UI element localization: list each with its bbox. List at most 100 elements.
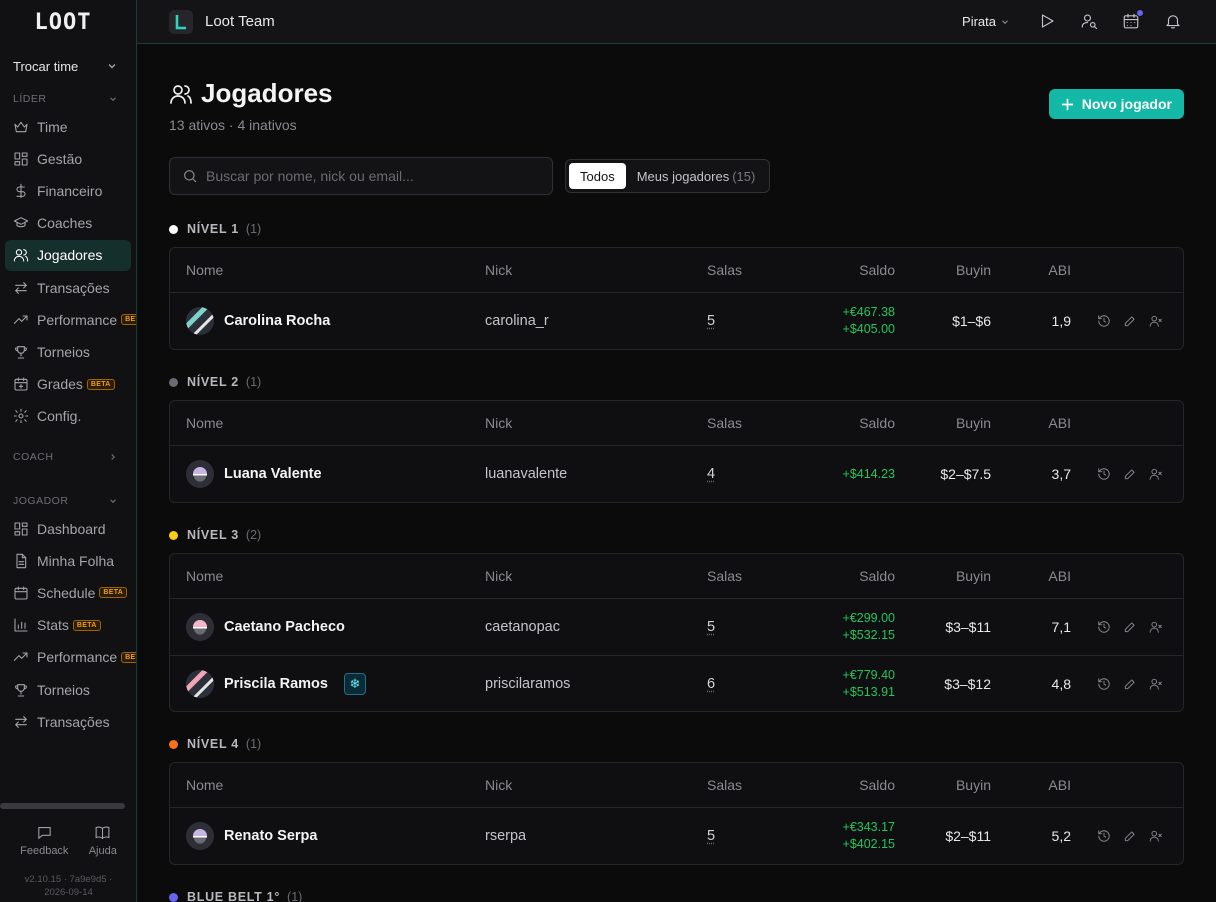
col-header-nick[interactable]: Nick xyxy=(485,777,512,793)
edit-icon[interactable] xyxy=(1123,829,1137,843)
feedback-button[interactable]: Feedback xyxy=(20,824,68,857)
sidebar-item-transações[interactable]: Transações xyxy=(5,706,131,737)
table-row[interactable]: Renato Serpa rserpa 5 +€343.17 +$402.15 $2–$1… xyxy=(170,808,1183,864)
col-header-buyin[interactable]: Buyin xyxy=(956,568,991,584)
col-header-abi[interactable]: ABI xyxy=(1048,777,1071,793)
new-player-button[interactable]: Novo jogador xyxy=(1048,89,1184,119)
help-button[interactable]: Ajuda xyxy=(89,824,117,857)
player-name[interactable]: Caetano Pacheco xyxy=(224,619,345,635)
col-header-abi[interactable]: ABI xyxy=(1048,568,1071,584)
team-switch-dropdown[interactable]: Trocar time xyxy=(0,44,136,88)
col-header-buyin[interactable]: Buyin xyxy=(956,262,991,278)
calendar-icon xyxy=(14,586,28,600)
notifications-button[interactable] xyxy=(1164,12,1184,32)
col-header-salas[interactable]: Salas xyxy=(707,777,742,793)
remove-user-icon[interactable] xyxy=(1149,677,1163,691)
col-header-buyin[interactable]: Buyin xyxy=(956,777,991,793)
search-input[interactable] xyxy=(206,168,526,184)
col-header-name[interactable]: Nome xyxy=(186,777,223,793)
sidebar-item-grades[interactable]: Grades BETA xyxy=(5,369,131,400)
sidebar-item-schedule[interactable]: Schedule BETA xyxy=(5,577,131,608)
remove-user-icon[interactable] xyxy=(1149,314,1163,328)
col-header-abi[interactable]: ABI xyxy=(1048,415,1071,431)
player-salas[interactable]: 5 xyxy=(707,313,715,329)
sidebar-item-gestão[interactable]: Gestão xyxy=(5,143,131,174)
col-header-nick[interactable]: Nick xyxy=(485,568,512,584)
sidebar-item-stats[interactable]: Stats BETA xyxy=(5,610,131,641)
calendar-notification-dot xyxy=(1136,8,1144,17)
col-header-nick[interactable]: Nick xyxy=(485,415,512,431)
sidebar-item-torneios[interactable]: Torneios xyxy=(5,674,131,705)
group-label: NÍVEL 2 xyxy=(187,375,239,389)
saldo-value: +€779.40 xyxy=(842,667,895,682)
history-icon[interactable] xyxy=(1097,829,1111,843)
group-color-dot xyxy=(169,739,178,749)
calendar-button[interactable] xyxy=(1122,8,1144,32)
sidebar-item-minha-folha[interactable]: Minha Folha xyxy=(5,545,131,576)
sidebar-item-performance[interactable]: PerformanceBETA xyxy=(5,642,136,673)
remove-user-icon[interactable] xyxy=(1149,620,1163,634)
player-salas[interactable]: 6 xyxy=(707,676,715,692)
sidebar-item-transações[interactable]: Transações xyxy=(5,272,131,303)
player-name-cell: Priscila Ramos ❄ xyxy=(186,669,366,698)
user-search-button[interactable] xyxy=(1080,12,1100,32)
filter-mine-count: (15) xyxy=(732,168,756,184)
col-header-nick[interactable]: Nick xyxy=(485,262,512,278)
history-icon[interactable] xyxy=(1097,467,1111,481)
remove-user-icon[interactable] xyxy=(1149,467,1163,481)
col-header-saldo[interactable]: Saldo xyxy=(859,568,895,584)
beta-badge: BETA xyxy=(72,619,101,631)
history-icon[interactable] xyxy=(1097,677,1111,691)
player-salas[interactable]: 4 xyxy=(707,466,715,482)
sidebar-item-dashboard[interactable]: Dashboard xyxy=(5,513,131,544)
col-header-name[interactable]: Nome xyxy=(186,262,223,278)
col-header-name[interactable]: Nome xyxy=(186,568,223,584)
player-name[interactable]: Renato Serpa xyxy=(224,828,317,844)
sidebar-scrollbar[interactable] xyxy=(0,803,125,809)
filter-all-tab[interactable]: Todos xyxy=(569,163,626,189)
remove-user-icon[interactable] xyxy=(1149,829,1163,843)
section-coach-toggle[interactable]: COACH xyxy=(0,446,136,468)
sidebar-item-jogadores[interactable]: Jogadores xyxy=(5,239,131,271)
section-lider-toggle[interactable]: LÍDER xyxy=(0,88,136,110)
col-header-salas[interactable]: Salas xyxy=(707,262,742,278)
crown-icon xyxy=(14,121,28,132)
player-groups: NÍVEL 1 (1) Nome Nick Salas Saldo Buyin ABI Caro… xyxy=(169,219,1184,902)
edit-icon[interactable] xyxy=(1123,314,1137,328)
col-header-buyin[interactable]: Buyin xyxy=(956,415,991,431)
play-button[interactable] xyxy=(1038,12,1058,32)
col-header-saldo[interactable]: Saldo xyxy=(859,777,895,793)
bar-chart-icon xyxy=(14,618,28,632)
sidebar-item-coaches[interactable]: Coaches xyxy=(5,208,131,239)
history-icon[interactable] xyxy=(1097,620,1111,634)
table-row[interactable]: Carolina Rocha carolina_r 5 +€467.38 +$405.0… xyxy=(170,293,1183,349)
player-name[interactable]: Priscila Ramos xyxy=(224,676,328,692)
col-header-name[interactable]: Nome xyxy=(186,415,223,431)
sidebar-item-performance[interactable]: PerformanceBETA xyxy=(5,304,136,335)
player-salas[interactable]: 5 xyxy=(707,619,715,635)
sidebar-item-torneios[interactable]: Torneios xyxy=(5,337,131,368)
col-header-abi[interactable]: ABI xyxy=(1048,262,1071,278)
player-salas[interactable]: 5 xyxy=(707,828,715,844)
user-menu[interactable]: Pirata xyxy=(962,14,1010,29)
edit-icon[interactable] xyxy=(1123,467,1137,481)
group-count: (2) xyxy=(245,528,262,542)
team-brand[interactable]: Loot Team xyxy=(169,9,275,34)
col-header-saldo[interactable]: Saldo xyxy=(859,262,895,278)
col-header-salas[interactable]: Salas xyxy=(707,415,742,431)
table-row[interactable]: Caetano Pacheco caetanopac 5 +€299.00 +$532.… xyxy=(170,599,1183,655)
sidebar-item-time[interactable]: Time xyxy=(5,111,131,142)
section-jogador-toggle[interactable]: JOGADOR xyxy=(0,490,136,512)
player-name[interactable]: Luana Valente xyxy=(224,466,322,482)
sidebar-item-financeiro[interactable]: Financeiro xyxy=(5,176,131,207)
history-icon[interactable] xyxy=(1097,314,1111,328)
filter-mine-tab[interactable]: Meus jogadores (15) xyxy=(626,163,767,189)
table-row[interactable]: Priscila Ramos ❄ priscilaramos 6 +€779.40 +$5… xyxy=(170,655,1183,711)
sidebar-item-config[interactable]: Config. xyxy=(5,401,131,432)
col-header-saldo[interactable]: Saldo xyxy=(859,415,895,431)
table-row[interactable]: Luana Valente luanavalente 4 +$414.23 $2–$7.… xyxy=(170,446,1183,502)
player-name[interactable]: Carolina Rocha xyxy=(224,313,330,329)
edit-icon[interactable] xyxy=(1123,677,1137,691)
col-header-salas[interactable]: Salas xyxy=(707,568,742,584)
edit-icon[interactable] xyxy=(1123,620,1137,634)
